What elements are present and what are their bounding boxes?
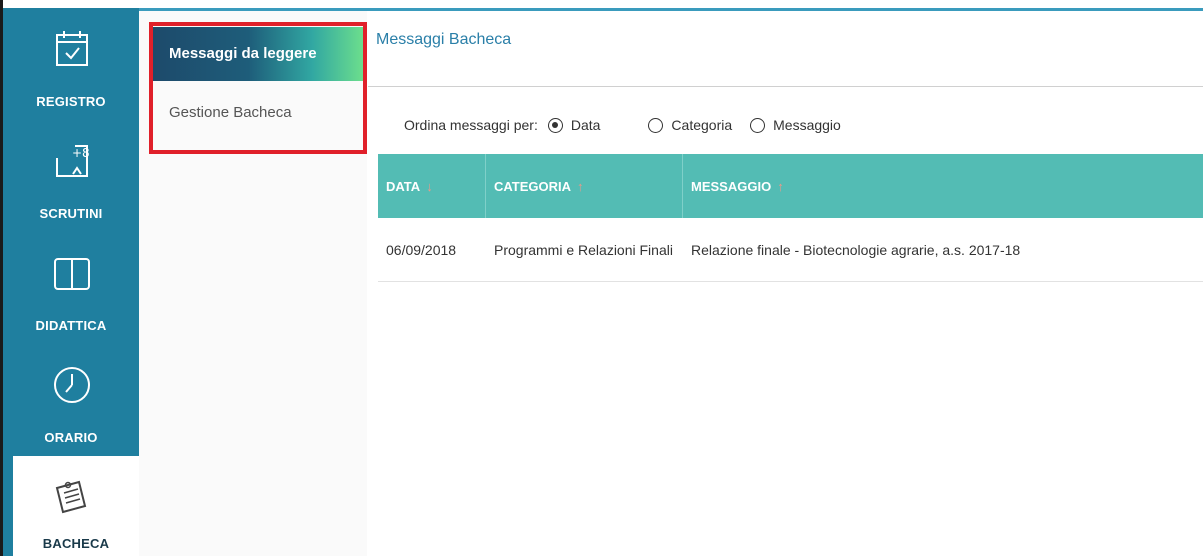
nav-bacheca[interactable]: BACHECA (13, 456, 139, 556)
page-title: Messaggi Bacheca (376, 31, 512, 48)
sort-option-messaggio[interactable]: Messaggio (750, 117, 841, 133)
radio-categoria[interactable] (648, 117, 664, 133)
submenu-item-messaggi-da-leggere[interactable]: Messaggi da leggere (153, 27, 365, 81)
sort-option-messaggio-label: Messaggio (773, 117, 841, 133)
sort-option-categoria-label: Categoria (671, 117, 733, 133)
column-header-data[interactable]: DATA ↓ (378, 154, 486, 218)
cell-messaggio[interactable]: Relazione finale - Biotecnologie agrarie… (683, 218, 1203, 281)
messages-table: DATA ↓ CATEGORIA ↑ MESSAGGIO ↑ 06/09/201… (378, 154, 1203, 282)
column-header-data-label: DATA (386, 178, 421, 194)
nav-label-registro: REGISTRO (36, 94, 106, 109)
cell-data: 06/09/2018 (386, 241, 457, 258)
sort-option-data-label: Data (570, 117, 601, 133)
sort-label: Ordina messaggi per: (404, 117, 538, 133)
nav-label-scrutini: SCRUTINI (39, 206, 103, 221)
svg-text:+8: +8 (72, 146, 90, 160)
radio-data[interactable] (547, 117, 563, 133)
column-header-categoria[interactable]: CATEGORIA ↑ (486, 154, 683, 218)
column-header-messaggio-label: MESSAGGIO (691, 178, 772, 194)
notice-board-icon (55, 480, 87, 514)
nav-label-orario: ORARIO (44, 430, 98, 445)
clock-icon (54, 367, 90, 403)
nav-label-didattica: DIDATTICA (35, 318, 107, 333)
sort-options: Ordina messaggi per: Data Categoria Mess… (404, 114, 841, 136)
nav-didattica[interactable]: DIDATTICA (3, 232, 139, 344)
submenu-item-gestione-bacheca[interactable]: Gestione Bacheca (153, 93, 365, 133)
sort-up-arrow-icon: ↑ (777, 178, 784, 194)
table-row[interactable]: 06/09/2018 Programmi e Relazioni Finali … (378, 218, 1203, 282)
sort-option-categoria[interactable]: Categoria (648, 117, 732, 133)
column-header-messaggio[interactable]: MESSAGGIO ↑ (683, 154, 1203, 218)
title-divider (368, 86, 1203, 87)
left-navigation: REGISTRO +8 SCRUTINI DIDATTICA ORARIO BA… (3, 8, 139, 556)
submenu-panel: Messaggi da leggere Gestione Bacheca (139, 11, 367, 556)
nav-scrutini[interactable]: +8 SCRUTINI (3, 120, 139, 232)
calendar-check-icon (56, 31, 88, 66)
cell-categoria: Programmi e Relazioni Finali (494, 241, 673, 258)
main-content: Messaggi Bacheca Ordina messaggi per: Da… (368, 11, 1203, 556)
column-header-categoria-label: CATEGORIA (494, 178, 572, 194)
nav-label-bacheca: BACHECA (42, 536, 110, 551)
radio-messaggio[interactable] (750, 117, 766, 133)
table-header: DATA ↓ CATEGORIA ↑ MESSAGGIO ↑ (378, 154, 1203, 218)
sort-down-arrow-icon: ↓ (426, 178, 433, 194)
sort-up-arrow-icon: ↑ (577, 178, 584, 194)
nav-orario[interactable]: ORARIO (3, 344, 139, 456)
nav-registro[interactable]: REGISTRO (3, 8, 139, 120)
sort-option-data[interactable]: Data (547, 117, 601, 133)
book-icon (54, 258, 90, 290)
grades-plus-icon: +8 (56, 145, 90, 177)
